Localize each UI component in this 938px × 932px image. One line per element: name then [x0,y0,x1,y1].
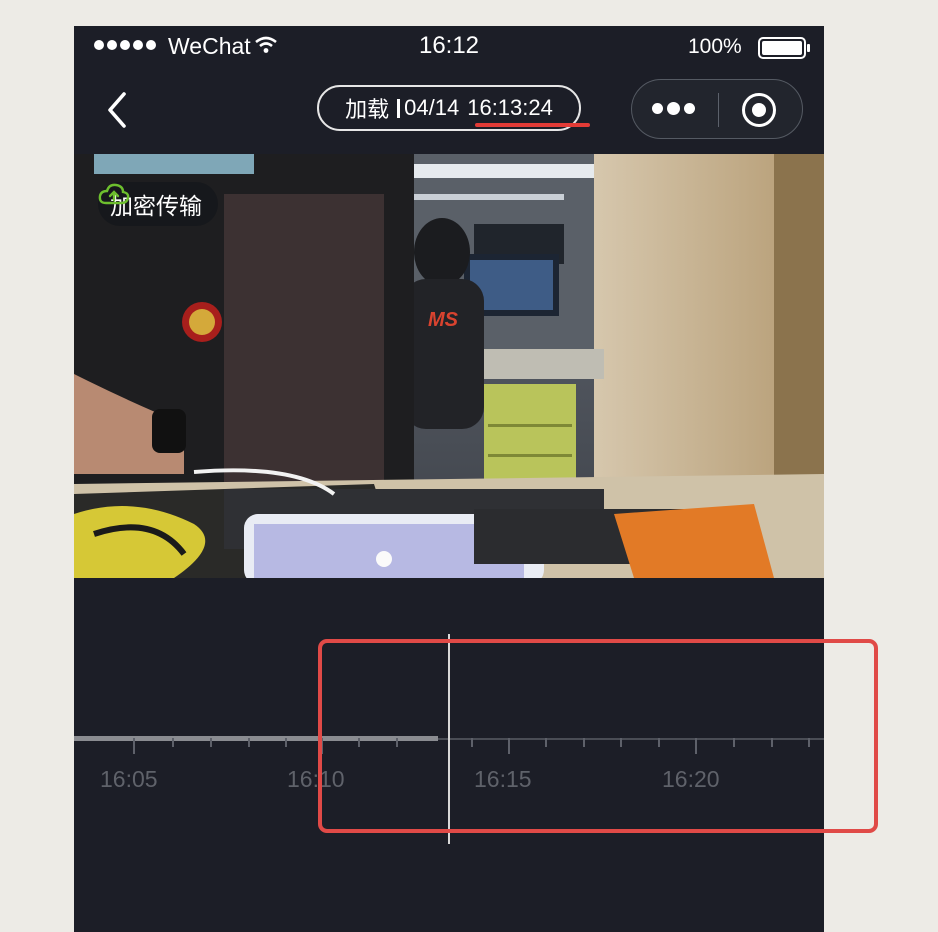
close-miniprogram-icon[interactable] [742,93,776,127]
status-separator [397,98,401,118]
capsule-divider [718,93,719,127]
playback-time: 16:13:24 [467,95,553,120]
battery-percent: 100% [688,35,742,58]
battery-icon [758,37,810,59]
svg-text:MS: MS [428,309,459,331]
timeline-tick [285,738,287,747]
status-bar: WeChat 16:12 100% [74,26,824,66]
time-highlight-underline [475,123,590,127]
loading-label: 加载 [345,97,390,122]
video-player[interactable]: MS 加密传输 [74,154,824,578]
playback-date: 04/14 [404,95,460,120]
encrypted-transfer-badge: 加密传输 [98,182,218,226]
cloud-upload-icon [98,183,130,205]
back-arrow-icon[interactable] [104,90,130,130]
miniprogram-capsule [631,79,803,139]
more-options-icon[interactable] [652,102,695,115]
timeline-label: 16:05 [100,766,158,792]
timeline-tick [248,738,250,747]
timeline-tick [133,738,135,754]
highlight-annotation-box [318,639,878,833]
timeline-tick [210,738,212,747]
timeline-tick [172,738,174,747]
